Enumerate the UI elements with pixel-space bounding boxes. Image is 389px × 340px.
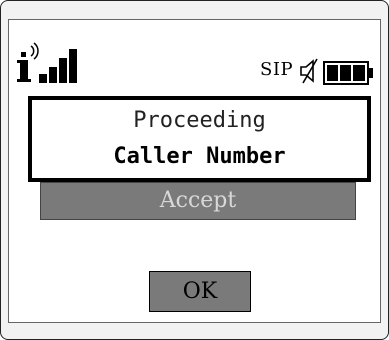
- protocol-label: SIP: [260, 59, 294, 80]
- phone-screen: SIP Proceeding Caller Number Accept OK: [8, 19, 381, 323]
- call-info-box: Proceeding Caller Number: [28, 96, 371, 182]
- accept-option[interactable]: Accept: [40, 182, 356, 220]
- mute-icon: [300, 58, 318, 84]
- caller-number: Caller Number: [113, 144, 286, 169]
- status-bar: SIP: [9, 20, 380, 90]
- ok-button[interactable]: OK: [149, 271, 251, 312]
- battery-icon: [323, 61, 373, 85]
- call-status: Proceeding: [133, 108, 266, 133]
- info-signal-icon: [17, 42, 77, 83]
